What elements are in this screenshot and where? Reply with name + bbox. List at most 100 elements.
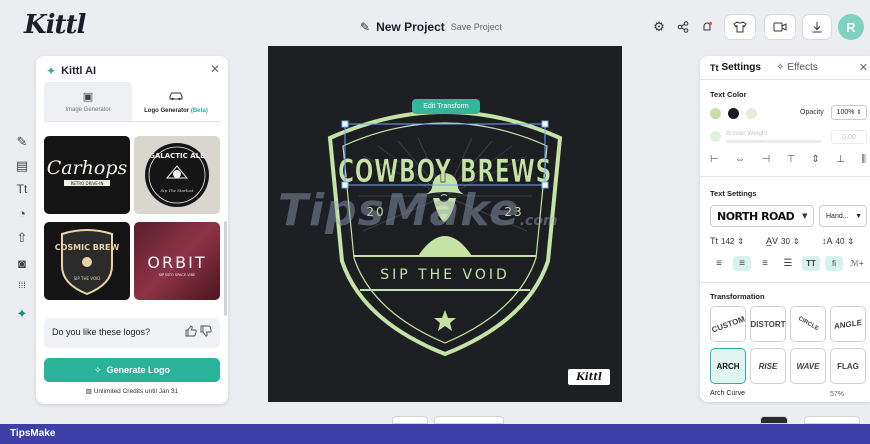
close-icon[interactable]: ✕ [210,62,220,76]
align-top-icon[interactable]: ⊤ [786,154,795,165]
stepper-icon[interactable]: ⇕ [793,237,800,246]
top-bar: Kittl ✎ New Project Save Project ⚙ R [0,0,870,52]
transform-arch[interactable]: ARCH [710,348,746,384]
font-style-select[interactable]: Hand... ▼ [819,205,867,227]
svg-text:Sip The Starlust: Sip The Starlust [161,188,194,193]
shirt-icon[interactable] [724,14,756,40]
text-align-right-icon[interactable]: ≡ [756,256,774,271]
logo-tile[interactable]: Carhops RETRO DRIVE-IN [44,136,130,214]
headline-text[interactable]: COWBOY BREWS [338,152,552,191]
design-canvas[interactable]: COWBOY BREWS 20 23 SIP THE VOID Edit Tra… [268,46,622,402]
uppercase-icon[interactable]: TT [802,255,820,271]
border-color-swatch[interactable] [710,131,721,142]
transform-angle[interactable]: ANGLE [830,306,866,342]
transform-circle[interactable]: CIRCLE [790,306,826,342]
border-weight-label: Border Weight [726,130,768,137]
grid-icon[interactable]: ⁞⁞⁞ [14,280,30,290]
color-swatch[interactable] [728,108,739,119]
color-swatch[interactable] [710,108,721,119]
pencil-icon[interactable]: ✎ [360,20,370,34]
chevron-down-icon: ▼ [802,212,807,220]
ai-sparkle-icon[interactable]: ✦ [14,306,30,322]
tab-logo-generator[interactable]: Logo Generator (Beta) [132,82,220,121]
help-control[interactable] [804,416,860,424]
logo-tile[interactable]: GALACTIC ALE Sip The Starlust [134,136,220,214]
close-icon[interactable]: ✕ [859,61,868,74]
align-center-h-icon[interactable]: ⇔ [735,154,745,165]
kittl-ai-panel: ✦ Kittl AI ✕ ▣ Image Generator Logo Gene… [36,56,228,404]
text-tool-icon[interactable]: Tt [14,182,30,196]
footer-bar: TipsMake [0,424,870,444]
tab-effects[interactable]: ✧ Effects [776,62,818,73]
thumbs-up-icon[interactable] [185,325,197,340]
align-bottom-icon[interactable]: ⊥ [836,154,845,165]
tab-settings[interactable]: Tt Settings [710,62,761,73]
stepper-icon[interactable]: ⇕ [737,237,744,246]
align-right-icon[interactable]: ⊣ [761,154,770,165]
text-align-left-icon[interactable]: ≡ [710,256,728,271]
panel-title: ✦ Kittl AI [46,64,97,78]
credits-info: ▨ Unlimited Credits until Jan 31 [85,388,179,395]
edit-icon[interactable]: ✎ [14,134,30,150]
letter-spacing-input[interactable]: A̲V 30 ⇕ [766,233,800,249]
ligature-icon[interactable]: fi [825,255,843,271]
notifications-icon[interactable] [698,14,716,40]
generator-tabs: ▣ Image Generator Logo Generator (Beta) [44,82,220,122]
save-project-button[interactable]: Save Project [451,22,502,32]
text-settings-heading: Text Settings [710,189,757,198]
edit-transform-button[interactable]: Edit Transform [412,99,480,114]
arch-curve-label: Arch Curve [710,390,746,397]
download-icon[interactable] [802,14,832,40]
layout-icon[interactable]: ▤ [14,158,30,174]
tab-image-generator[interactable]: ▣ Image Generator [44,82,132,121]
year-right[interactable]: 23 [504,205,523,219]
kittl-logo[interactable]: Kittl [24,10,86,40]
color-swatch[interactable] [746,108,757,119]
generate-logo-button[interactable]: ✧ Generate Logo [44,358,220,382]
thumbs-down-icon[interactable] [200,325,212,340]
gear-icon[interactable]: ⚙ [650,14,668,40]
camera-icon[interactable]: ◙ [14,256,30,271]
share-icon[interactable] [674,14,692,40]
opacity-label: Opacity [800,109,824,116]
arch-curve-value[interactable]: 57% [830,391,844,398]
page-control[interactable] [434,416,504,424]
transform-flag[interactable]: FLAG [830,348,866,384]
line-height-icon: ↕A [822,236,833,246]
transform-rise[interactable]: RISE [750,348,786,384]
avatar[interactable]: R [838,14,864,40]
zoom-control[interactable] [392,416,428,424]
text-justify-icon[interactable]: ☰ [779,256,797,271]
project-name[interactable]: New Project [376,20,445,34]
font-size-input[interactable]: Tt 142 ⇕ [710,233,744,249]
tagline-text[interactable]: SIP THE VOID [380,267,510,283]
line-height-input[interactable]: ↕A 40 ⇕ [822,233,854,249]
stepper-icon[interactable]: ⇕ [847,237,854,246]
transform-distort[interactable]: DISTORT [750,306,786,342]
align-middle-v-icon[interactable]: ⇕ [812,154,820,165]
font-family-select[interactable]: NORTH ROAD ▼ [710,205,814,227]
logo-tile[interactable]: ORBIT SIP INTO SPACE VIBE [134,222,220,300]
transform-wave[interactable]: WAVE [790,348,826,384]
distribute-icon[interactable]: ⫼ [861,154,866,165]
border-weight-input[interactable]: 0.00 [831,130,867,144]
opacity-input[interactable]: 100% ⇕ [831,105,867,120]
border-weight-slider[interactable] [726,140,822,143]
more-text-options-icon[interactable]: ℳ+ [848,256,866,271]
transform-custom[interactable]: CUSTOM [710,306,746,342]
shapes-icon[interactable]: ◔ [14,206,30,221]
present-icon[interactable] [764,14,796,40]
font-size-icon: Tt [710,236,718,246]
settings-panel: Tt Settings ✧ Effects ✕ Text Color Opaci… [700,56,870,402]
upload-icon[interactable]: ⇧ [14,230,30,246]
scrollbar[interactable] [224,221,227,316]
year-left[interactable]: 20 [366,205,385,219]
letter-spacing-icon: A̲V [766,236,779,246]
svg-text:ORBIT: ORBIT [147,253,206,272]
sparkle-icon: ✧ [93,364,102,375]
text-align-center-icon[interactable]: ≡ [733,255,751,271]
align-left-icon[interactable]: ⊢ [710,154,719,165]
toggle-control[interactable] [760,416,788,424]
logo-tile[interactable]: COSMIC BREW SIP THE VOID [44,222,130,300]
project-title: ✎ New Project Save Project [360,20,502,34]
